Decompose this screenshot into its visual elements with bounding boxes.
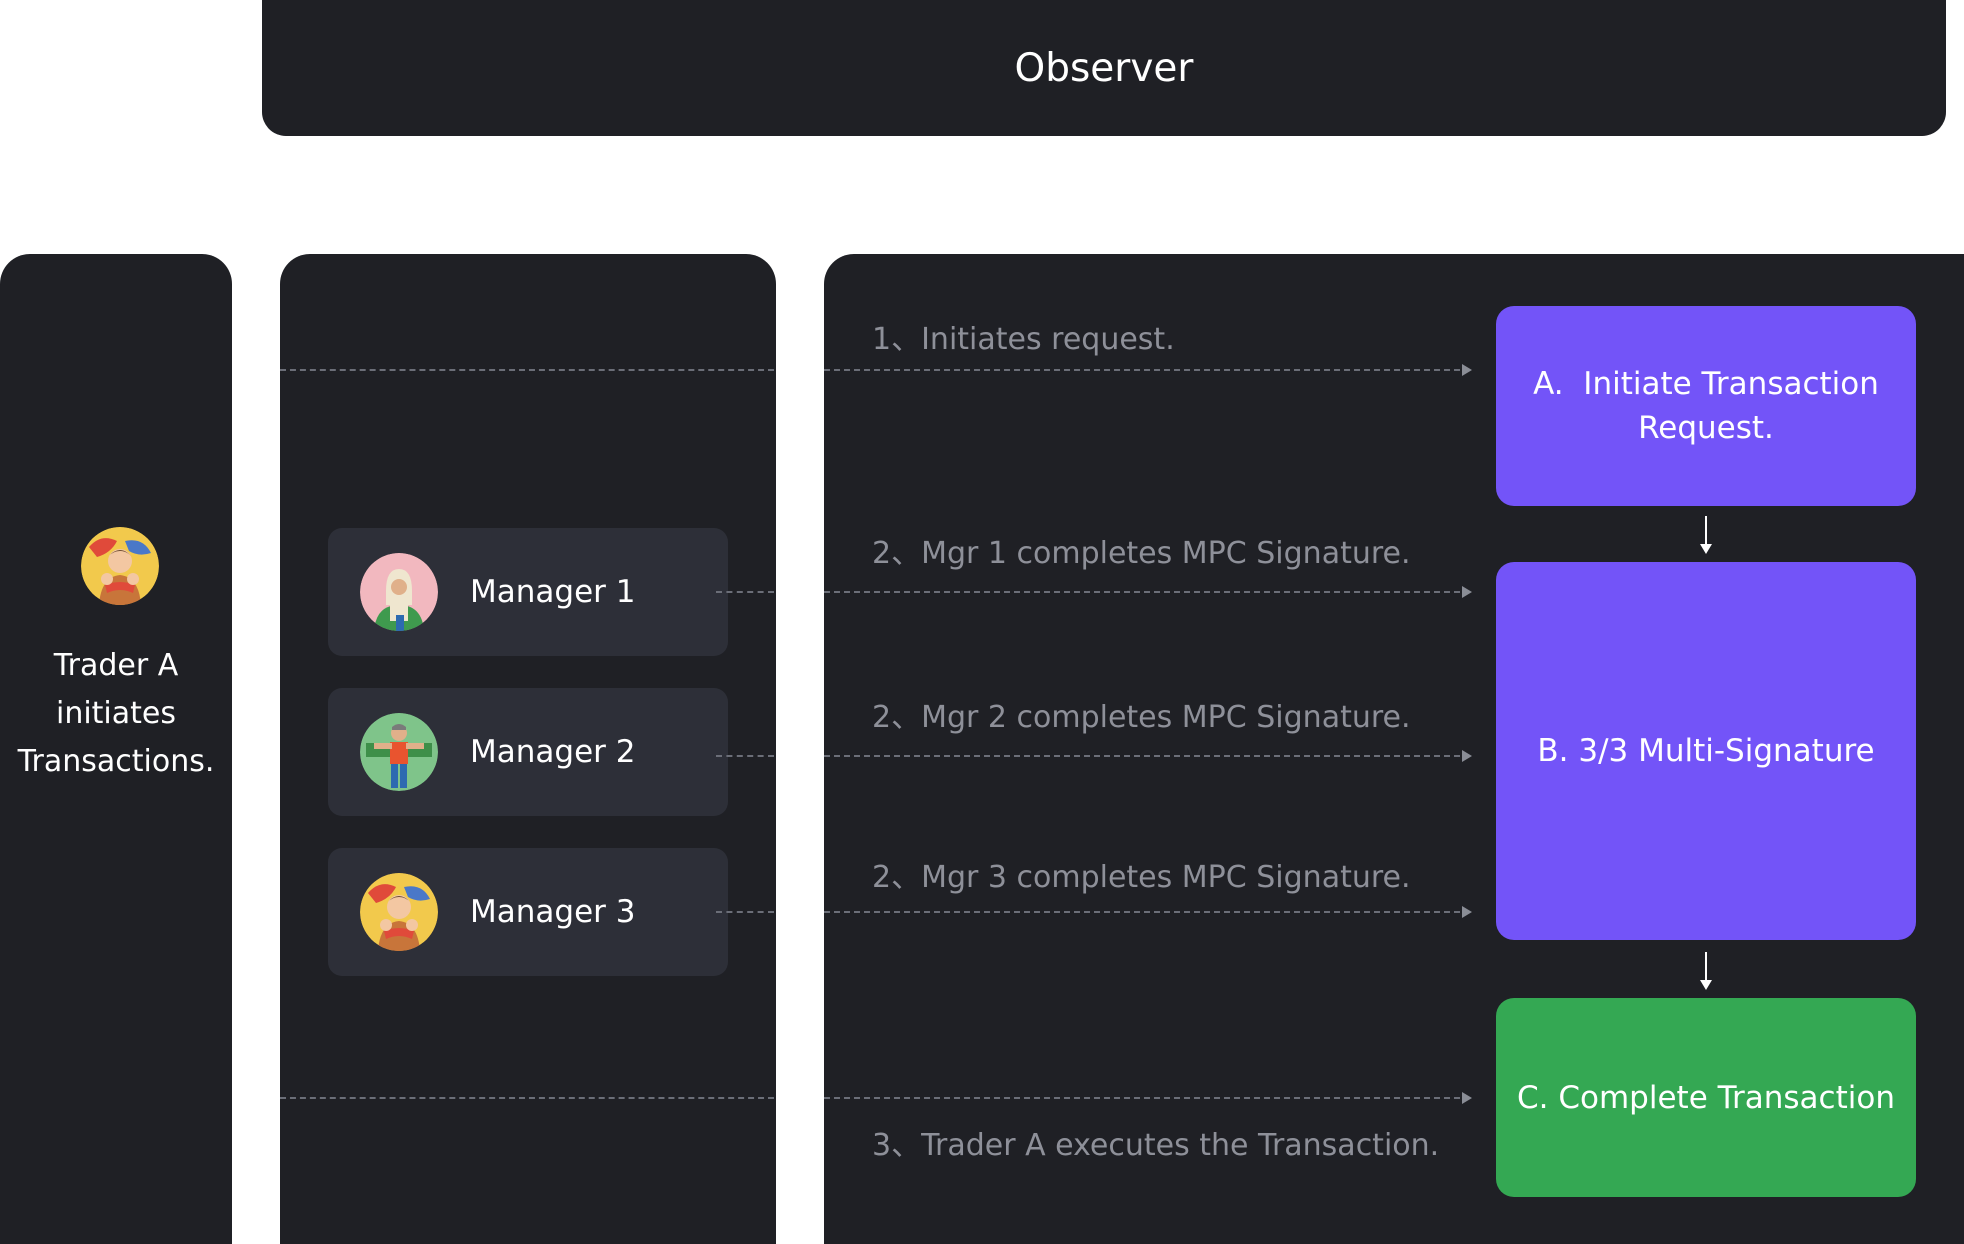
observer-label: Observer	[1014, 45, 1194, 91]
manager-1-name: Manager 1	[470, 574, 636, 610]
box-a-line2: Request.	[1638, 410, 1774, 446]
connector-initiate-right	[824, 369, 1470, 371]
box-initiate-request: A. Initiate Transaction Request.	[1496, 306, 1916, 506]
down-arrow-bc-icon	[1700, 980, 1712, 990]
arrow-execute-icon	[1462, 1092, 1472, 1104]
down-arrow-ab-icon	[1700, 544, 1712, 554]
step-mgr3-label: 2、Mgr 3 completes MPC Signature.	[872, 860, 1411, 895]
down-arrow-bc-line	[1705, 952, 1707, 980]
down-arrow-ab-line	[1705, 516, 1707, 544]
box-c-label: C. Complete Transaction	[1517, 1079, 1895, 1116]
arrow-initiate-icon	[1462, 364, 1472, 376]
box-a-line1: A. Initiate Transaction	[1533, 366, 1879, 402]
step-execute-label: 3、Trader A executes the Transaction.	[872, 1128, 1440, 1163]
trader-label-line3: Transactions.	[17, 744, 215, 779]
manager-2-name: Manager 2	[470, 734, 636, 770]
box-b-label: B. 3/3 Multi-Signature	[1537, 733, 1875, 769]
connector-mgr2-right	[824, 755, 1470, 757]
manager-card-1: Manager 1	[328, 528, 728, 656]
trader-label-line1: Trader A	[53, 648, 179, 683]
observer-bar: Observer	[262, 0, 1946, 136]
connector-mgr3-left	[716, 911, 774, 913]
manager-1-avatar-icon	[360, 553, 438, 631]
manager-2-avatar-icon	[360, 713, 438, 791]
trader-label: Trader A initiates Transactions.	[0, 642, 232, 786]
trader-label-line2: initiates	[55, 696, 176, 731]
connector-mgr1-right	[824, 591, 1470, 593]
step-initiate-label: 1、Initiates request.	[872, 322, 1175, 357]
connector-execute-right	[824, 1097, 1470, 1099]
connector-initiate-left	[280, 369, 774, 371]
manager-3-avatar-icon	[360, 873, 438, 951]
trader-avatar-icon	[81, 527, 159, 605]
connector-mgr2-left	[716, 755, 774, 757]
arrow-mgr2-icon	[1462, 750, 1472, 762]
connector-mgr1-left	[716, 591, 774, 593]
box-multi-signature: B. 3/3 Multi-Signature	[1496, 562, 1916, 940]
arrow-mgr3-icon	[1462, 906, 1472, 918]
connector-mgr3-right	[824, 911, 1470, 913]
manager-card-2: Manager 2	[328, 688, 728, 816]
connector-execute-left	[280, 1097, 774, 1099]
step-mgr2-label: 2、Mgr 2 completes MPC Signature.	[872, 700, 1411, 735]
arrow-mgr1-icon	[1462, 586, 1472, 598]
step-mgr1-label: 2、Mgr 1 completes MPC Signature.	[872, 536, 1411, 571]
box-complete-transaction: C. Complete Transaction	[1496, 998, 1916, 1197]
manager-card-3: Manager 3	[328, 848, 728, 976]
manager-3-name: Manager 3	[470, 894, 636, 930]
